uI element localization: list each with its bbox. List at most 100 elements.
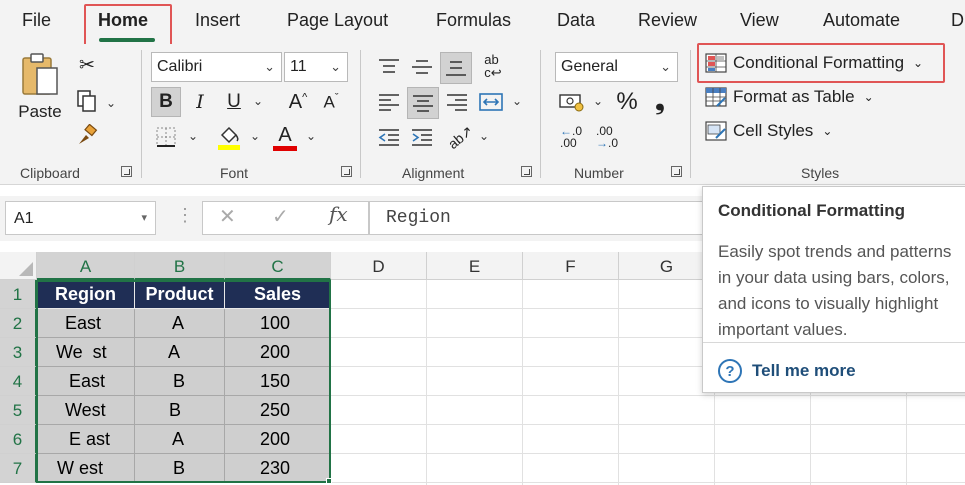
borders-dropdown-icon[interactable]: ⌄	[188, 129, 198, 143]
decrease-indent-button[interactable]	[374, 122, 404, 152]
row-header-5[interactable]: 5	[0, 396, 37, 425]
table-cell[interactable]: B	[135, 454, 225, 483]
accounting-dropdown-icon[interactable]: ⌄	[593, 94, 603, 108]
decrease-decimal-button[interactable]: .00 →.0	[592, 122, 622, 152]
font-name-select[interactable]: Calibri ⌄	[151, 52, 282, 82]
number-format-select[interactable]: General ⌄	[555, 52, 678, 82]
insert-function-button[interactable]: fx	[329, 202, 348, 226]
row-header-4[interactable]: 4	[0, 367, 37, 396]
top-align-button[interactable]	[374, 52, 404, 82]
font-color-dropdown-icon[interactable]: ⌄	[306, 129, 316, 143]
row-header-2[interactable]: 2	[0, 309, 37, 338]
format-painter-button[interactable]	[74, 122, 100, 148]
tab-review[interactable]: Review	[638, 10, 697, 31]
increase-decimal-button[interactable]: ←.0.00	[556, 122, 586, 152]
orientation-button[interactable]: ab↗	[445, 122, 476, 152]
percent-style-button[interactable]: %	[612, 86, 642, 118]
cancel-icon[interactable]: ✕	[219, 204, 236, 229]
table-cell[interactable]: E ast	[37, 425, 135, 454]
decrease-font-button[interactable]: Aˇ	[316, 87, 346, 117]
name-box[interactable]: A1 ▾	[5, 201, 156, 235]
tab-d[interactable]: D	[951, 10, 964, 31]
paste-button[interactable]: Paste	[14, 52, 66, 136]
table-cell[interactable]: West	[37, 396, 135, 425]
select-all-button[interactable]	[0, 252, 37, 280]
tab-file[interactable]: File	[22, 10, 51, 31]
row-header-7[interactable]: 7	[0, 454, 37, 483]
orientation-dropdown-icon[interactable]: ⌄	[479, 129, 489, 143]
row-header-6[interactable]: 6	[0, 425, 37, 454]
table-cell[interactable]: We st	[37, 338, 135, 367]
format-as-table-button[interactable]: Format as Table ⌄	[705, 87, 874, 107]
table-cell[interactable]: 150	[225, 367, 331, 396]
tab-automate[interactable]: Automate	[823, 10, 900, 31]
middle-align-button[interactable]	[407, 52, 437, 82]
fill-color-dropdown-icon[interactable]: ⌄	[250, 129, 260, 143]
table-cell[interactable]: W est	[37, 454, 135, 483]
table-header-cell[interactable]: Product	[135, 280, 225, 309]
table-header-cell[interactable]: Region	[37, 280, 135, 309]
table-cell[interactable]: East	[37, 309, 135, 338]
table-cell[interactable]: B	[135, 367, 225, 396]
column-header-f[interactable]: F	[523, 252, 619, 280]
table-cell[interactable]: East	[37, 367, 135, 396]
tab-page-layout[interactable]: Page Layout	[287, 10, 388, 31]
tell-me-more-link[interactable]: ? Tell me more	[718, 359, 856, 383]
column-header-b[interactable]: B	[135, 252, 225, 280]
column-header-e[interactable]: E	[427, 252, 523, 280]
comma-style-button[interactable]: ❟	[646, 86, 674, 118]
accounting-format-button[interactable]	[556, 87, 588, 117]
tab-formulas[interactable]: Formulas	[436, 10, 511, 31]
table-cell[interactable]: B	[135, 396, 225, 425]
number-launcher-icon[interactable]	[671, 166, 682, 177]
underline-button[interactable]: U	[220, 87, 248, 117]
copy-button[interactable]	[74, 88, 100, 114]
fill-handle[interactable]	[326, 478, 332, 484]
font-color-button[interactable]: A	[270, 120, 300, 154]
clipboard-launcher-icon[interactable]	[121, 166, 132, 177]
table-cell[interactable]: 250	[225, 396, 331, 425]
increase-indent-button[interactable]	[407, 122, 437, 152]
splitter-handle-icon[interactable]: ⋮	[176, 205, 194, 226]
column-header-a[interactable]: A	[37, 252, 135, 280]
fill-color-button[interactable]	[214, 120, 244, 154]
tab-view[interactable]: View	[740, 10, 779, 31]
table-cell[interactable]: A	[135, 338, 225, 367]
row-header-3[interactable]: 3	[0, 338, 37, 367]
cut-button[interactable]: ✂	[74, 52, 100, 78]
tab-data[interactable]: Data	[557, 10, 595, 31]
enter-check-icon[interactable]: ✓	[272, 204, 289, 229]
table-cell[interactable]: 100	[225, 309, 331, 338]
row-header-1[interactable]: 1	[0, 280, 37, 309]
table-cell[interactable]: 200	[225, 425, 331, 454]
ribbon-tabs: File Home Insert Page Layout Formulas Da…	[0, 0, 965, 50]
wrap-orientation-button[interactable]: ab c↩	[478, 50, 508, 82]
table-cell[interactable]: A	[135, 309, 225, 338]
font-launcher-icon[interactable]	[341, 166, 352, 177]
column-header-c[interactable]: C	[225, 252, 331, 280]
table-header-cell[interactable]: Sales	[225, 280, 331, 309]
underline-dropdown-icon[interactable]: ⌄	[253, 94, 263, 108]
align-center-button[interactable]	[407, 87, 439, 119]
bottom-align-button[interactable]	[440, 52, 472, 84]
table-cell[interactable]: 200	[225, 338, 331, 367]
italic-button[interactable]: I	[186, 87, 214, 117]
merge-dropdown-icon[interactable]: ⌄	[512, 94, 522, 108]
font-size-select[interactable]: 11 ⌄	[284, 52, 348, 82]
alignment-launcher-icon[interactable]	[521, 166, 532, 177]
align-left-button[interactable]	[374, 87, 404, 117]
copy-dropdown-icon[interactable]: ⌄	[106, 96, 116, 110]
column-header-d[interactable]: D	[331, 252, 427, 280]
bold-button[interactable]: B	[151, 87, 181, 117]
cell-styles-button[interactable]: Cell Styles ⌄	[705, 121, 832, 141]
table-cell[interactable]: A	[135, 425, 225, 454]
align-right-button[interactable]	[442, 87, 472, 117]
increase-font-button[interactable]: A^	[283, 87, 313, 117]
cell-styles-icon	[705, 121, 727, 141]
table-cell[interactable]: 230	[225, 454, 331, 483]
tab-insert[interactable]: Insert	[195, 10, 240, 31]
column-header-g[interactable]: G	[619, 252, 715, 280]
formula-input[interactable]: Region	[369, 201, 709, 235]
merge-center-button[interactable]	[476, 87, 506, 117]
borders-button[interactable]	[151, 122, 181, 152]
